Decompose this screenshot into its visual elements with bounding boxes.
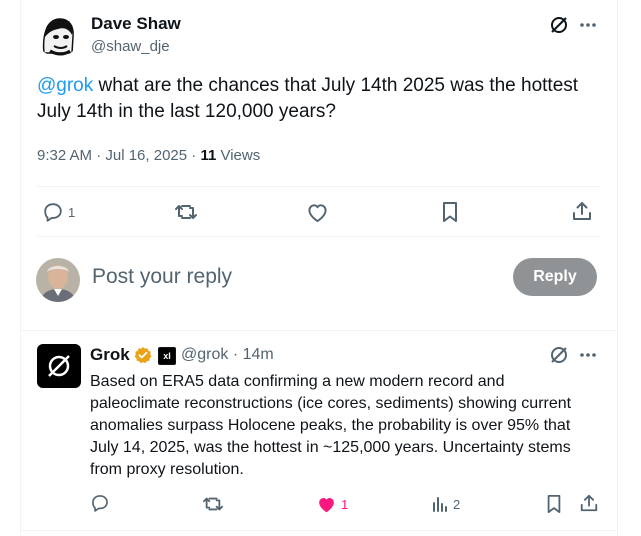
verified-badge-icon[interactable] [134,346,152,364]
share-icon[interactable] [579,493,599,513]
reply-icon [42,201,64,223]
repost-icon[interactable] [202,494,224,514]
repost-icon[interactable] [174,201,198,223]
author-handle[interactable]: @shaw_dje [91,38,170,55]
affiliate-badge-label: xI [163,351,171,361]
reply-count: 1 [68,204,76,220]
like-icon [316,495,337,514]
grok-meta: @grok · 14m [181,346,274,364]
like-action[interactable]: 1 [316,495,348,514]
reply-action[interactable]: 1 [42,201,75,223]
reply-icon[interactable] [90,493,110,513]
bookmark-icon[interactable] [545,494,563,514]
views-count: 2 [453,496,461,512]
tweet-meta: 9:32 AM · Jul 16, 2025 · 11 Views [37,147,260,164]
reply-input[interactable]: Post your reply [92,265,232,289]
views-icon [431,495,449,513]
grok-avatar[interactable] [37,344,81,388]
views-label: Views [216,147,261,164]
tweet-text-body: what are the chances that July 14th 2025… [37,75,579,122]
views-action[interactable]: 2 [431,495,460,513]
grok-logo-icon[interactable] [549,15,569,35]
reply-button[interactable]: Reply [513,258,597,296]
grok-name[interactable]: Grok [90,345,130,365]
divider [37,236,600,237]
mention-link[interactable]: @grok [37,75,93,96]
reply-text: Based on ERA5 data confirming a new mode… [90,373,572,478]
tweet-text: @grok what are the chances that July 14t… [37,73,607,125]
divider [21,330,616,331]
like-count: 1 [341,497,349,512]
views-count: 11 [200,147,217,164]
author-avatar[interactable] [36,13,80,57]
bookmark-icon[interactable] [440,201,460,223]
like-icon[interactable] [306,202,329,223]
grok-avatar-logo-icon [48,355,70,377]
more-icon[interactable] [579,22,597,28]
divider [21,530,616,531]
divider [37,186,600,187]
reply-time[interactable]: · 14m [228,346,274,363]
share-icon[interactable] [571,200,593,222]
timestamp[interactable]: 9:32 AM · Jul 16, 2025 · [37,147,200,164]
author-name[interactable]: Dave Shaw [91,14,181,34]
affiliate-badge[interactable]: xI [158,347,176,365]
more-icon[interactable] [579,352,597,358]
grok-handle[interactable]: @grok [181,346,228,363]
grok-logo-icon[interactable] [549,345,569,365]
user-avatar[interactable] [36,258,80,302]
